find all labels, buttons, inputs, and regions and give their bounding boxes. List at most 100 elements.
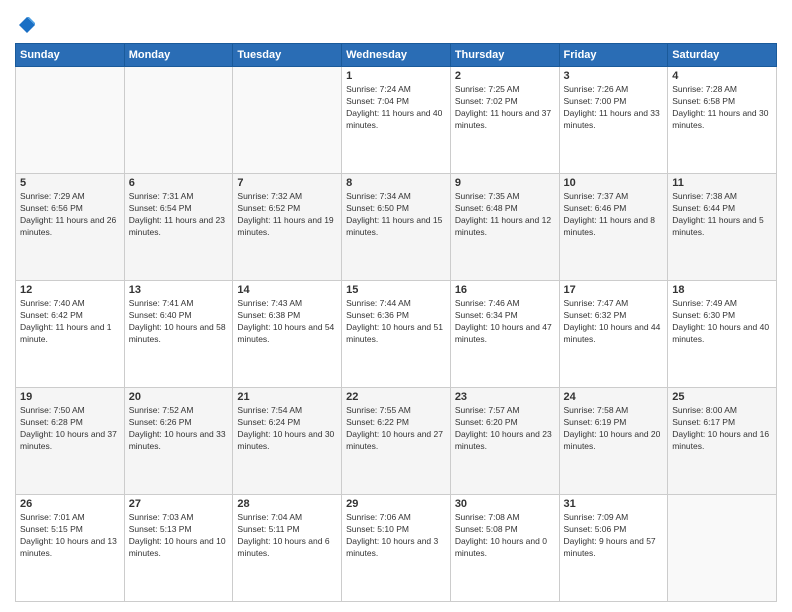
day-info: Sunrise: 7:49 AM Sunset: 6:30 PM Dayligh…	[672, 298, 772, 346]
day-number: 20	[129, 391, 229, 403]
day-number: 15	[346, 284, 446, 296]
day-header-sunday: Sunday	[16, 44, 125, 67]
day-header-saturday: Saturday	[668, 44, 777, 67]
day-number: 8	[346, 177, 446, 189]
calendar-cell: 1 Sunrise: 7:24 AM Sunset: 7:04 PM Daylig…	[342, 67, 451, 174]
day-number: 19	[20, 391, 120, 403]
calendar-cell: 3 Sunrise: 7:26 AM Sunset: 7:00 PM Daylig…	[559, 67, 668, 174]
day-number: 13	[129, 284, 229, 296]
calendar-cell: 24 Sunrise: 7:58 AM Sunset: 6:19 PM Dayli…	[559, 388, 668, 495]
day-number: 11	[672, 177, 772, 189]
day-info: Sunrise: 7:46 AM Sunset: 6:34 PM Dayligh…	[455, 298, 555, 346]
day-number: 23	[455, 391, 555, 403]
day-number: 9	[455, 177, 555, 189]
calendar-cell: 21 Sunrise: 7:54 AM Sunset: 6:24 PM Dayli…	[233, 388, 342, 495]
day-number: 12	[20, 284, 120, 296]
header	[15, 10, 777, 35]
day-number: 28	[237, 498, 337, 510]
day-info: Sunrise: 7:01 AM Sunset: 5:15 PM Dayligh…	[20, 512, 120, 560]
logo	[15, 10, 37, 35]
calendar-cell: 28Sunrise: 7:04 AM Sunset: 5:11 PM Dayli…	[233, 495, 342, 602]
calendar-cell: 5 Sunrise: 7:29 AM Sunset: 6:56 PM Daylig…	[16, 174, 125, 281]
day-number: 5	[20, 177, 120, 189]
day-number: 4	[672, 70, 772, 82]
day-header-tuesday: Tuesday	[233, 44, 342, 67]
calendar-cell: 10Sunrise: 7:37 AM Sunset: 6:46 PM Dayli…	[559, 174, 668, 281]
day-info: Sunrise: 7:26 AM Sunset: 7:00 PM Dayligh…	[564, 84, 664, 132]
calendar-cell: 17 Sunrise: 7:47 AM Sunset: 6:32 PM Dayli…	[559, 281, 668, 388]
day-info: Sunrise: 7:57 AM Sunset: 6:20 PM Dayligh…	[455, 405, 555, 453]
calendar-week-3: 12Sunrise: 7:40 AM Sunset: 6:42 PM Dayli…	[16, 281, 777, 388]
calendar-cell: 29 Sunrise: 7:06 AM Sunset: 5:10 PM Dayli…	[342, 495, 451, 602]
days-header-row: SundayMondayTuesdayWednesdayThursdayFrid…	[16, 44, 777, 67]
day-number: 21	[237, 391, 337, 403]
day-header-monday: Monday	[124, 44, 233, 67]
calendar-cell: 6 Sunrise: 7:31 AM Sunset: 6:54 PM Daylig…	[124, 174, 233, 281]
calendar-cell: 12Sunrise: 7:40 AM Sunset: 6:42 PM Dayli…	[16, 281, 125, 388]
day-header-thursday: Thursday	[450, 44, 559, 67]
day-info: Sunrise: 7:37 AM Sunset: 6:46 PM Dayligh…	[564, 191, 664, 239]
day-number: 27	[129, 498, 229, 510]
day-info: Sunrise: 7:09 AM Sunset: 5:06 PM Dayligh…	[564, 512, 664, 560]
day-info: Sunrise: 7:47 AM Sunset: 6:32 PM Dayligh…	[564, 298, 664, 346]
calendar-week-4: 19 Sunrise: 7:50 AM Sunset: 6:28 PM Dayli…	[16, 388, 777, 495]
calendar-cell: 7Sunrise: 7:32 AM Sunset: 6:52 PM Daylig…	[233, 174, 342, 281]
day-number: 7	[237, 177, 337, 189]
day-info: Sunrise: 8:00 AM Sunset: 6:17 PM Dayligh…	[672, 405, 772, 453]
logo-icon	[17, 15, 37, 35]
calendar-cell	[124, 67, 233, 174]
calendar-cell	[233, 67, 342, 174]
day-number: 1	[346, 70, 446, 82]
day-number: 6	[129, 177, 229, 189]
calendar-cell: 11 Sunrise: 7:38 AM Sunset: 6:44 PM Dayli…	[668, 174, 777, 281]
day-number: 16	[455, 284, 555, 296]
day-number: 14	[237, 284, 337, 296]
day-header-wednesday: Wednesday	[342, 44, 451, 67]
day-info: Sunrise: 7:55 AM Sunset: 6:22 PM Dayligh…	[346, 405, 446, 453]
calendar-cell: 26 Sunrise: 7:01 AM Sunset: 5:15 PM Dayli…	[16, 495, 125, 602]
calendar-cell: 16 Sunrise: 7:46 AM Sunset: 6:34 PM Dayli…	[450, 281, 559, 388]
day-number: 17	[564, 284, 664, 296]
day-info: Sunrise: 7:52 AM Sunset: 6:26 PM Dayligh…	[129, 405, 229, 453]
day-info: Sunrise: 7:44 AM Sunset: 6:36 PM Dayligh…	[346, 298, 446, 346]
calendar-cell: 25 Sunrise: 8:00 AM Sunset: 6:17 PM Dayli…	[668, 388, 777, 495]
day-info: Sunrise: 7:41 AM Sunset: 6:40 PM Dayligh…	[129, 298, 229, 346]
day-number: 22	[346, 391, 446, 403]
day-info: Sunrise: 7:31 AM Sunset: 6:54 PM Dayligh…	[129, 191, 229, 239]
day-number: 31	[564, 498, 664, 510]
calendar-cell: 18 Sunrise: 7:49 AM Sunset: 6:30 PM Dayli…	[668, 281, 777, 388]
calendar-cell: 9 Sunrise: 7:35 AM Sunset: 6:48 PM Daylig…	[450, 174, 559, 281]
day-number: 26	[20, 498, 120, 510]
calendar-cell: 31 Sunrise: 7:09 AM Sunset: 5:06 PM Dayli…	[559, 495, 668, 602]
day-number: 24	[564, 391, 664, 403]
day-header-friday: Friday	[559, 44, 668, 67]
calendar-cell: 4 Sunrise: 7:28 AM Sunset: 6:58 PM Daylig…	[668, 67, 777, 174]
calendar-cell: 15 Sunrise: 7:44 AM Sunset: 6:36 PM Dayli…	[342, 281, 451, 388]
day-info: Sunrise: 7:28 AM Sunset: 6:58 PM Dayligh…	[672, 84, 772, 132]
day-info: Sunrise: 7:08 AM Sunset: 5:08 PM Dayligh…	[455, 512, 555, 560]
day-info: Sunrise: 7:24 AM Sunset: 7:04 PM Dayligh…	[346, 84, 446, 132]
day-info: Sunrise: 7:58 AM Sunset: 6:19 PM Dayligh…	[564, 405, 664, 453]
calendar-cell: 13 Sunrise: 7:41 AM Sunset: 6:40 PM Dayli…	[124, 281, 233, 388]
calendar-cell: 8 Sunrise: 7:34 AM Sunset: 6:50 PM Daylig…	[342, 174, 451, 281]
day-info: Sunrise: 7:38 AM Sunset: 6:44 PM Dayligh…	[672, 191, 772, 239]
day-info: Sunrise: 7:35 AM Sunset: 6:48 PM Dayligh…	[455, 191, 555, 239]
day-number: 29	[346, 498, 446, 510]
day-number: 18	[672, 284, 772, 296]
day-info: Sunrise: 7:29 AM Sunset: 6:56 PM Dayligh…	[20, 191, 120, 239]
calendar-cell: 19 Sunrise: 7:50 AM Sunset: 6:28 PM Dayli…	[16, 388, 125, 495]
day-info: Sunrise: 7:06 AM Sunset: 5:10 PM Dayligh…	[346, 512, 446, 560]
day-info: Sunrise: 7:25 AM Sunset: 7:02 PM Dayligh…	[455, 84, 555, 132]
day-info: Sunrise: 7:50 AM Sunset: 6:28 PM Dayligh…	[20, 405, 120, 453]
calendar-week-1: 1 Sunrise: 7:24 AM Sunset: 7:04 PM Daylig…	[16, 67, 777, 174]
day-info: Sunrise: 7:34 AM Sunset: 6:50 PM Dayligh…	[346, 191, 446, 239]
calendar-cell: 22 Sunrise: 7:55 AM Sunset: 6:22 PM Dayli…	[342, 388, 451, 495]
day-number: 3	[564, 70, 664, 82]
day-number: 25	[672, 391, 772, 403]
day-info: Sunrise: 7:54 AM Sunset: 6:24 PM Dayligh…	[237, 405, 337, 453]
calendar-table: SundayMondayTuesdayWednesdayThursdayFrid…	[15, 43, 777, 602]
day-number: 2	[455, 70, 555, 82]
day-info: Sunrise: 7:03 AM Sunset: 5:13 PM Dayligh…	[129, 512, 229, 560]
calendar-cell: 23 Sunrise: 7:57 AM Sunset: 6:20 PM Dayli…	[450, 388, 559, 495]
calendar-cell: 14Sunrise: 7:43 AM Sunset: 6:38 PM Dayli…	[233, 281, 342, 388]
